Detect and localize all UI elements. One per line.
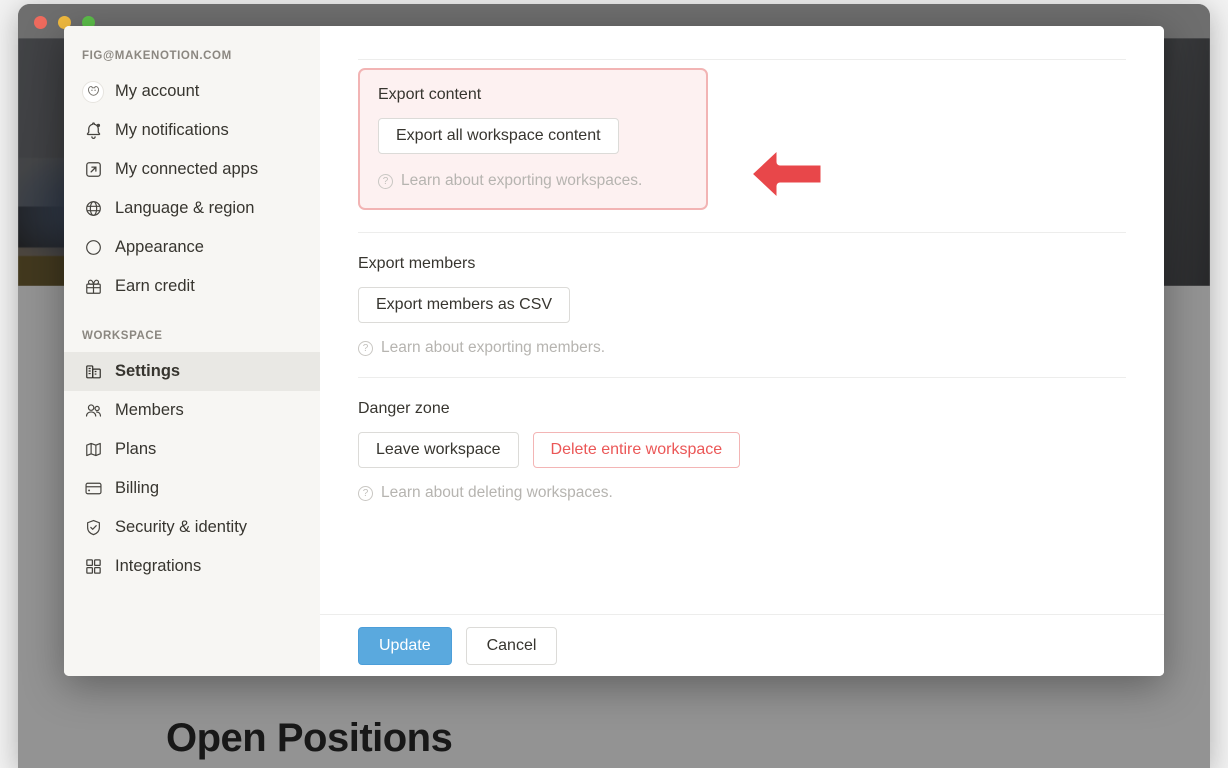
export-content-learn-link[interactable]: ? Learn about exporting workspaces. [378, 172, 688, 190]
sidebar-item-my-account[interactable]: My account [64, 72, 320, 111]
settings-content-scroll[interactable]: Export content Export all workspace cont… [320, 26, 1164, 614]
settings-modal: FIG@MAKENOTION.COM My account My notific… [64, 26, 1164, 676]
sidebar-item-label: Billing [115, 479, 160, 497]
danger-zone-title: Danger zone [358, 400, 450, 417]
sidebar-item-label: Appearance [115, 238, 204, 256]
export-all-workspace-content-button[interactable]: Export all workspace content [378, 118, 619, 154]
app-window: Open Positions Engineering FIG@MAKENOTIO… [18, 4, 1210, 768]
sidebar-item-label: Security & identity [115, 518, 248, 536]
moon-icon [82, 237, 104, 259]
sidebar-item-security-identity[interactable]: Security & identity [64, 508, 320, 547]
settings-content: Export content Export all workspace cont… [320, 26, 1164, 676]
screen: Open Positions Engineering FIG@MAKENOTIO… [0, 0, 1228, 768]
sidebar-item-label: Earn credit [115, 277, 195, 295]
export-content-section: Export content Export all workspace cont… [358, 68, 708, 210]
building-icon [82, 361, 104, 383]
sidebar-workspace-header: WORKSPACE [82, 330, 163, 342]
sidebar-item-label: Plans [115, 440, 157, 458]
sidebar-item-label: My account [115, 82, 200, 100]
sidebar-item-appearance[interactable]: Appearance [64, 228, 320, 267]
export-members-csv-button[interactable]: Export members as CSV [358, 287, 571, 323]
modal-footer: Update Cancel [320, 614, 1164, 676]
people-icon [82, 400, 104, 422]
sidebar-account-header: FIG@MAKENOTION.COM [82, 50, 232, 62]
sidebar-item-billing[interactable]: Billing [64, 469, 320, 508]
credit-card-icon [82, 478, 104, 500]
export-members-section: Export members Export members as CSV ? L… [358, 233, 1126, 377]
sidebar-item-plans[interactable]: Plans [64, 430, 320, 469]
sidebar-item-label: Members [115, 401, 184, 419]
danger-zone-section: Danger zone Leave workspace Delete entir… [358, 378, 1126, 522]
export-content-title: Export content [378, 86, 482, 103]
sidebar-item-label: Language & region [115, 199, 255, 217]
settings-sidebar: FIG@MAKENOTION.COM My account My notific… [64, 26, 320, 676]
update-button[interactable]: Update [358, 626, 452, 665]
map-icon [82, 439, 104, 461]
export-members-learn-link[interactable]: ? Learn about exporting members. [358, 339, 1126, 357]
question-mark-icon: ? [358, 485, 373, 501]
close-window-button[interactable] [34, 16, 47, 29]
sidebar-item-language-region[interactable]: Language & region [64, 189, 320, 228]
delete-entire-workspace-button[interactable]: Delete entire workspace [532, 432, 741, 468]
question-mark-icon: ? [358, 340, 373, 356]
sidebar-item-label: My notifications [115, 121, 229, 139]
export-content-learn-label: Learn about exporting workspaces. [401, 172, 643, 189]
sidebar-item-members[interactable]: Members [64, 391, 320, 430]
shield-check-icon [82, 517, 104, 539]
question-mark-icon: ? [378, 173, 393, 189]
sidebar-item-label: Integrations [115, 557, 202, 575]
divider [358, 59, 1126, 60]
export-members-title: Export members [358, 255, 476, 272]
globe-icon [82, 198, 104, 220]
export-members-button-row: Export members as CSV [358, 287, 1126, 323]
sidebar-item-settings[interactable]: Settings [64, 352, 320, 391]
cancel-button[interactable]: Cancel [465, 626, 558, 665]
grid-icon [82, 556, 104, 578]
sidebar-item-label: My connected apps [115, 160, 259, 178]
sidebar-item-label: Settings [115, 362, 181, 380]
gift-icon [82, 276, 104, 298]
avatar-icon [82, 80, 104, 103]
leave-workspace-button[interactable]: Leave workspace [358, 432, 519, 468]
danger-zone-learn-label: Learn about deleting workspaces. [381, 484, 613, 501]
sidebar-item-earn-credit[interactable]: Earn credit [64, 267, 320, 306]
sidebar-item-my-notifications[interactable]: My notifications [64, 111, 320, 150]
external-link-icon [82, 159, 104, 181]
bell-icon [82, 120, 104, 142]
danger-zone-button-row: Leave workspace Delete entire workspace [358, 432, 1126, 468]
danger-zone-learn-link[interactable]: ? Learn about deleting workspaces. [358, 484, 1126, 502]
export-members-learn-label: Learn about exporting members. [381, 339, 606, 356]
sidebar-item-integrations[interactable]: Integrations [64, 547, 320, 586]
sidebar-item-my-connected-apps[interactable]: My connected apps [64, 150, 320, 189]
